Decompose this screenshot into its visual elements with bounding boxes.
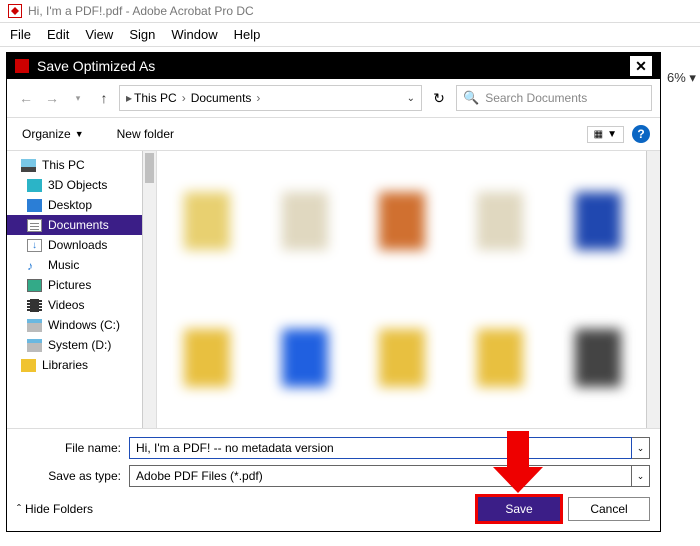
savetype-combo[interactable]: Adobe PDF Files (*.pdf) [129, 465, 632, 487]
close-button[interactable]: ✕ [630, 56, 652, 76]
tree-item-system-d-[interactable]: System (D:) [7, 335, 156, 355]
save-dialog: Save Optimized As ✕ ← → ▾ ↑ ▸ This PC › … [6, 52, 661, 532]
menu-help[interactable]: Help [234, 27, 261, 42]
nav-forward: → [41, 87, 63, 109]
breadcrumb-drop[interactable]: ⌄ [407, 93, 415, 104]
tree-item-3d-objects[interactable]: 3D Objects [7, 175, 156, 195]
tree-item-label: Desktop [48, 198, 92, 212]
tree-item-videos[interactable]: Videos [7, 295, 156, 315]
savetype-label: Save as type: [17, 469, 129, 483]
doc-icon [27, 219, 42, 232]
files-scrollbar[interactable] [646, 151, 660, 428]
tree-item-this-pc[interactable]: This PC [7, 155, 156, 175]
chevron-down-icon: ▼ [607, 129, 617, 140]
search-input[interactable]: 🔍 Search Documents [456, 85, 652, 111]
file-list[interactable] [157, 151, 660, 428]
menu-file[interactable]: File [10, 27, 31, 42]
new-folder-button[interactable]: New folder [117, 127, 174, 141]
tree-item-downloads[interactable]: Downloads [7, 235, 156, 255]
drv-icon [27, 319, 42, 332]
dialog-body: This PC 3D Objects Desktop Documents Downloa… [7, 151, 660, 428]
tree-item-label: This PC [42, 158, 85, 172]
drv-icon [27, 339, 42, 352]
breadcrumb-documents[interactable]: Documents [191, 91, 252, 105]
chevron-down-icon: ▼ [75, 129, 84, 139]
save-button[interactable]: Save [478, 497, 560, 521]
tree-item-label: Windows (C:) [48, 318, 120, 332]
menubar: File Edit View Sign Window Help [0, 23, 700, 47]
breadcrumb-this-pc[interactable]: This PC [134, 91, 177, 105]
tree-item-label: Music [48, 258, 79, 272]
tree-item-label: Libraries [42, 358, 88, 372]
tree-item-windows-c-[interactable]: Windows (C:) [7, 315, 156, 335]
3d-icon [27, 179, 42, 192]
dl-icon [27, 239, 42, 252]
view-icon: ▦ [594, 129, 603, 140]
pdf-icon [8, 4, 22, 18]
search-icon: 🔍 [463, 90, 479, 106]
chevron-up-icon: ˆ [17, 502, 21, 516]
tree-item-libraries[interactable]: Libraries [7, 355, 156, 375]
menu-sign[interactable]: Sign [129, 27, 155, 42]
breadcrumb-root-icon: ▸ [126, 91, 132, 105]
help-button[interactable]: ? [632, 125, 650, 143]
tree-scrollbar[interactable] [142, 151, 156, 428]
tree-item-label: Downloads [48, 238, 107, 252]
pic-icon [27, 279, 42, 292]
nav-row: ← → ▾ ↑ ▸ This PC › Documents › ⌄ ↻ 🔍 Se… [7, 79, 660, 118]
tree-item-label: System (D:) [48, 338, 111, 352]
chevron-right-icon: › [179, 91, 189, 105]
app-titlebar: Hi, I'm a PDF!.pdf - Adobe Acrobat Pro D… [0, 0, 700, 23]
desk-icon [27, 199, 42, 212]
tree-item-documents[interactable]: Documents [7, 215, 156, 235]
hide-folders-button[interactable]: ˆ Hide Folders [17, 502, 93, 516]
menu-view[interactable]: View [85, 27, 113, 42]
cancel-button[interactable]: Cancel [568, 497, 650, 521]
tree-item-desktop[interactable]: Desktop [7, 195, 156, 215]
filename-input[interactable] [129, 437, 632, 459]
dialog-title-text: Save Optimized As [37, 58, 155, 74]
filename-label: File name: [17, 441, 129, 455]
organize-button[interactable]: Organize ▼ [17, 124, 89, 144]
zoom-fragment: 6% ▾ [665, 55, 700, 100]
lib-icon [21, 359, 36, 372]
pc-icon [21, 159, 36, 172]
tree-item-label: 3D Objects [48, 178, 107, 192]
search-placeholder: Search Documents [485, 91, 587, 105]
menu-window[interactable]: Window [171, 27, 217, 42]
tree-item-label: Documents [48, 218, 109, 232]
nav-up[interactable]: ↑ [93, 87, 115, 109]
tree-item-label: Videos [48, 298, 84, 312]
dialog-titlebar: Save Optimized As ✕ [7, 53, 660, 79]
tree-item-music[interactable]: ♪ Music [7, 255, 156, 275]
dialog-footer: File name: ⌄ Save as type: Adobe PDF Fil… [7, 428, 660, 531]
app-title-text: Hi, I'm a PDF!.pdf - Adobe Acrobat Pro D… [28, 4, 254, 18]
mus-icon: ♪ [27, 259, 42, 272]
tree-item-label: Pictures [48, 278, 91, 292]
file-thumbnails [161, 155, 644, 424]
chevron-right-icon: › [253, 91, 263, 105]
nav-recent-drop[interactable]: ▾ [67, 87, 89, 109]
scroll-thumb[interactable] [145, 153, 154, 183]
dialog-toolbar: Organize ▼ New folder ▦ ▼ ? [7, 118, 660, 151]
savetype-dropdown[interactable]: ⌄ [632, 465, 650, 487]
folder-tree: This PC 3D Objects Desktop Documents Downloa… [7, 151, 157, 428]
vid-icon [27, 299, 42, 312]
view-mode-button[interactable]: ▦ ▼ [587, 126, 624, 143]
nav-back[interactable]: ← [15, 87, 37, 109]
refresh-button[interactable]: ↻ [426, 85, 452, 111]
adobe-icon [15, 59, 29, 73]
tree-item-pictures[interactable]: Pictures [7, 275, 156, 295]
filename-dropdown[interactable]: ⌄ [632, 437, 650, 459]
breadcrumb[interactable]: ▸ This PC › Documents › ⌄ [119, 85, 422, 111]
menu-edit[interactable]: Edit [47, 27, 69, 42]
